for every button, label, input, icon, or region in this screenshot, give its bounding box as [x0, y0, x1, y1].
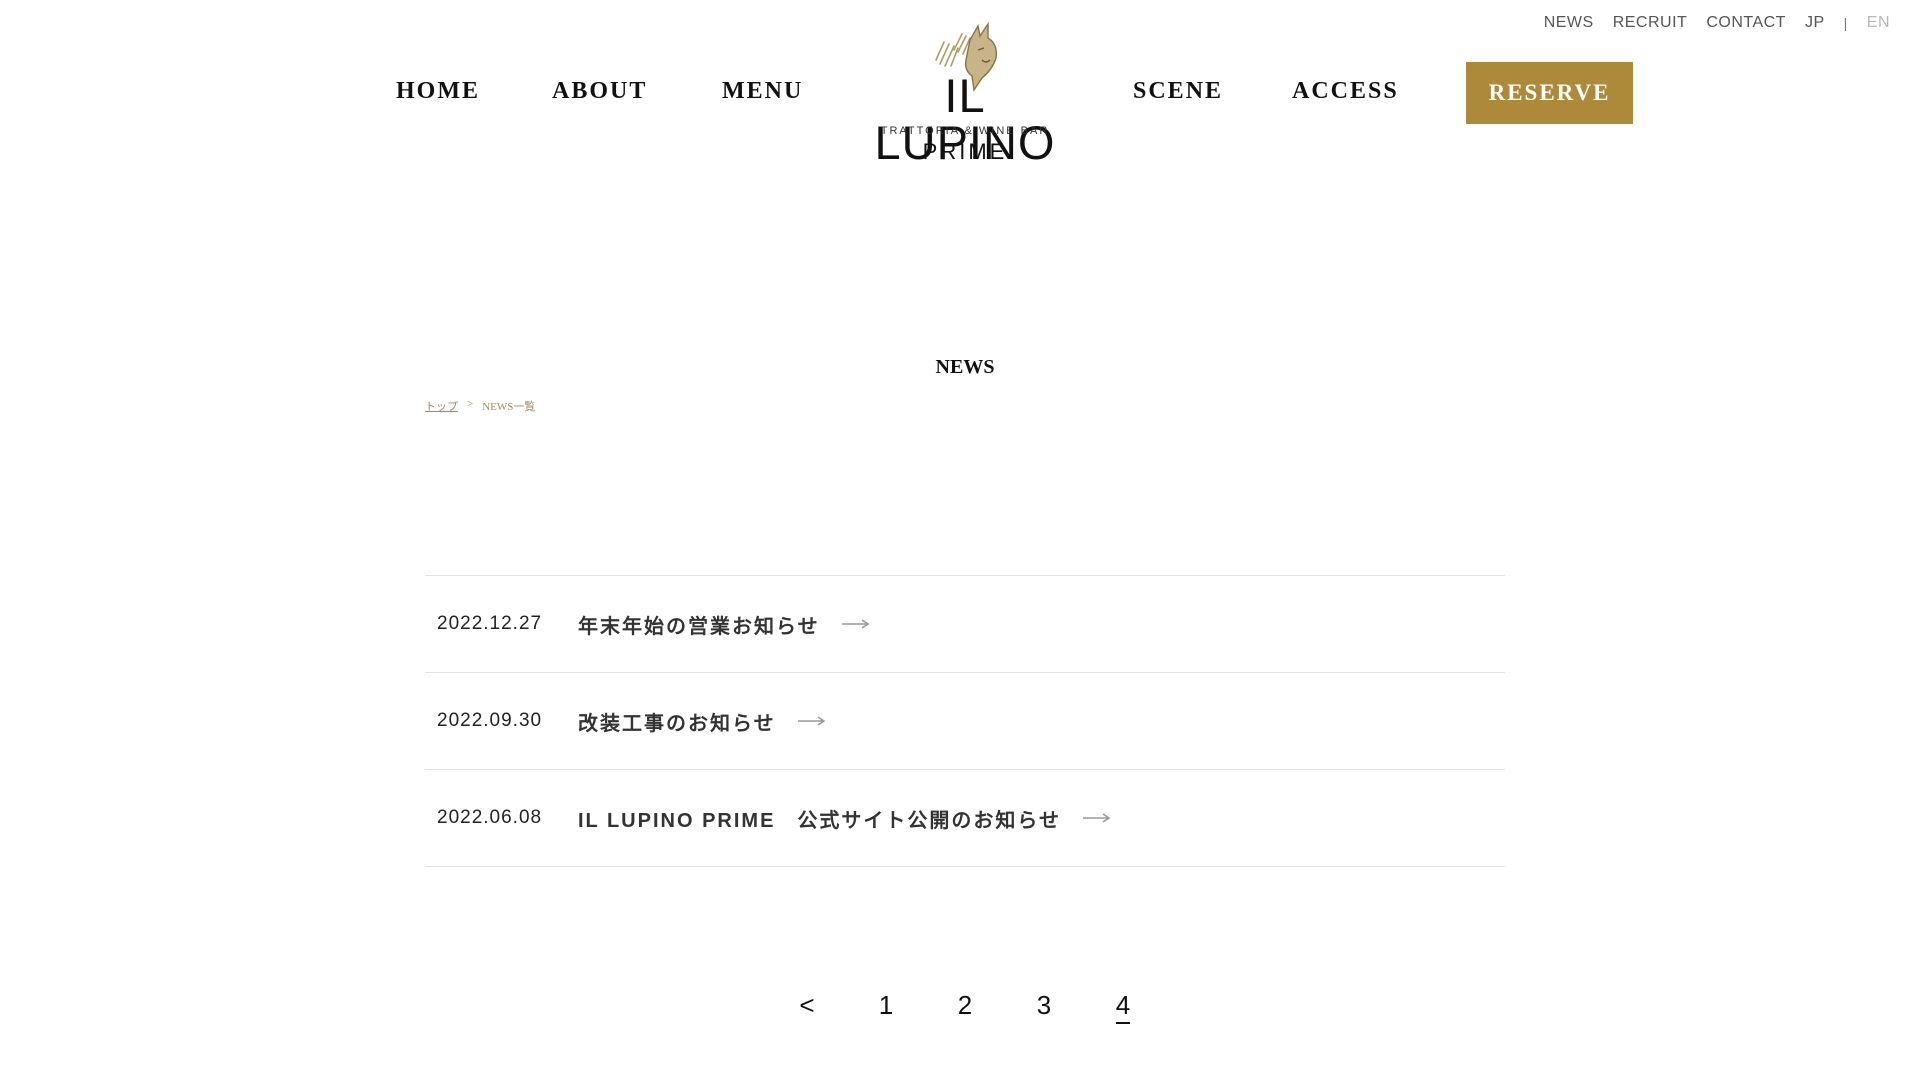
pagination-page-label: 1 — [878, 990, 894, 1020]
nav-scene[interactable]: SCENE — [1133, 78, 1223, 105]
pagination-prev-label: < — [799, 990, 815, 1020]
reserve-button[interactable]: RESERVE — [1466, 62, 1633, 124]
breadcrumb-current: NEWS一覧 — [482, 401, 536, 413]
news-item[interactable]: 2022.09.30 改装工事のお知らせ — [425, 673, 1505, 770]
breadcrumb: トップ > NEWS一覧 — [425, 398, 535, 414]
util-link-recruit[interactable]: RECRUIT — [1613, 14, 1688, 32]
arrow-right-icon — [797, 716, 826, 726]
breadcrumb-top-link[interactable]: トップ — [425, 398, 458, 414]
nav-about[interactable]: ABOUT — [552, 78, 647, 105]
pagination-page-label: 2 — [957, 990, 973, 1020]
pagination-prev[interactable]: < — [768, 990, 847, 1021]
util-link-news[interactable]: NEWS — [1544, 14, 1594, 32]
news-date: 2022.06.08 — [437, 807, 543, 828]
lang-separator: | — [1843, 15, 1848, 31]
nav-access[interactable]: ACCESS — [1292, 78, 1399, 105]
nav-menu[interactable]: MENU — [722, 78, 803, 105]
util-link-contact[interactable]: CONTACT — [1706, 14, 1786, 32]
logo-prime: PRIME — [922, 139, 1008, 164]
news-title: 年末年始の営業お知らせ — [578, 615, 820, 638]
arrow-right-icon — [1083, 813, 1111, 823]
news-item[interactable]: 2022.12.27 年末年始の営業お知らせ — [425, 576, 1505, 673]
news-list: 2022.12.27 年末年始の営業お知らせ 2022.09.30 改装工事のお… — [425, 575, 1505, 867]
pagination: < 1 2 3 4 — [0, 990, 1920, 1024]
lang-jp-link[interactable]: JP — [1805, 14, 1825, 32]
news-date: 2022.09.30 — [437, 710, 543, 731]
pagination-page-label: 3 — [1036, 990, 1052, 1020]
logo-subtitle: TRATTORIA & WINE BAR — [880, 125, 1050, 137]
news-title: IL LUPINO PRIME 公式サイト公開のお知らせ — [578, 809, 1062, 832]
pagination-page-4-current[interactable]: 4 — [1084, 990, 1163, 1024]
breadcrumb-separator: > — [467, 398, 474, 410]
page-title: NEWS — [935, 356, 995, 378]
site-logo[interactable]: IL LUPINO TRATTORIA & WINE BAR PRIME — [868, 20, 1062, 166]
lang-en-link[interactable]: EN — [1867, 14, 1890, 32]
news-title: 改装工事のお知らせ — [578, 712, 776, 735]
pagination-page-2[interactable]: 2 — [926, 990, 1005, 1021]
news-item[interactable]: 2022.06.08 IL LUPINO PRIME 公式サイト公開のお知らせ — [425, 770, 1505, 867]
news-date: 2022.12.27 — [437, 613, 543, 634]
pagination-page-1[interactable]: 1 — [847, 990, 926, 1021]
nav-home[interactable]: HOME — [396, 78, 480, 105]
pagination-page-label: 4 — [1115, 990, 1131, 1024]
pagination-page-3[interactable]: 3 — [1005, 990, 1084, 1021]
utility-nav: NEWS RECRUIT CONTACT JP | EN — [1544, 14, 1890, 32]
arrow-right-icon — [841, 619, 870, 629]
